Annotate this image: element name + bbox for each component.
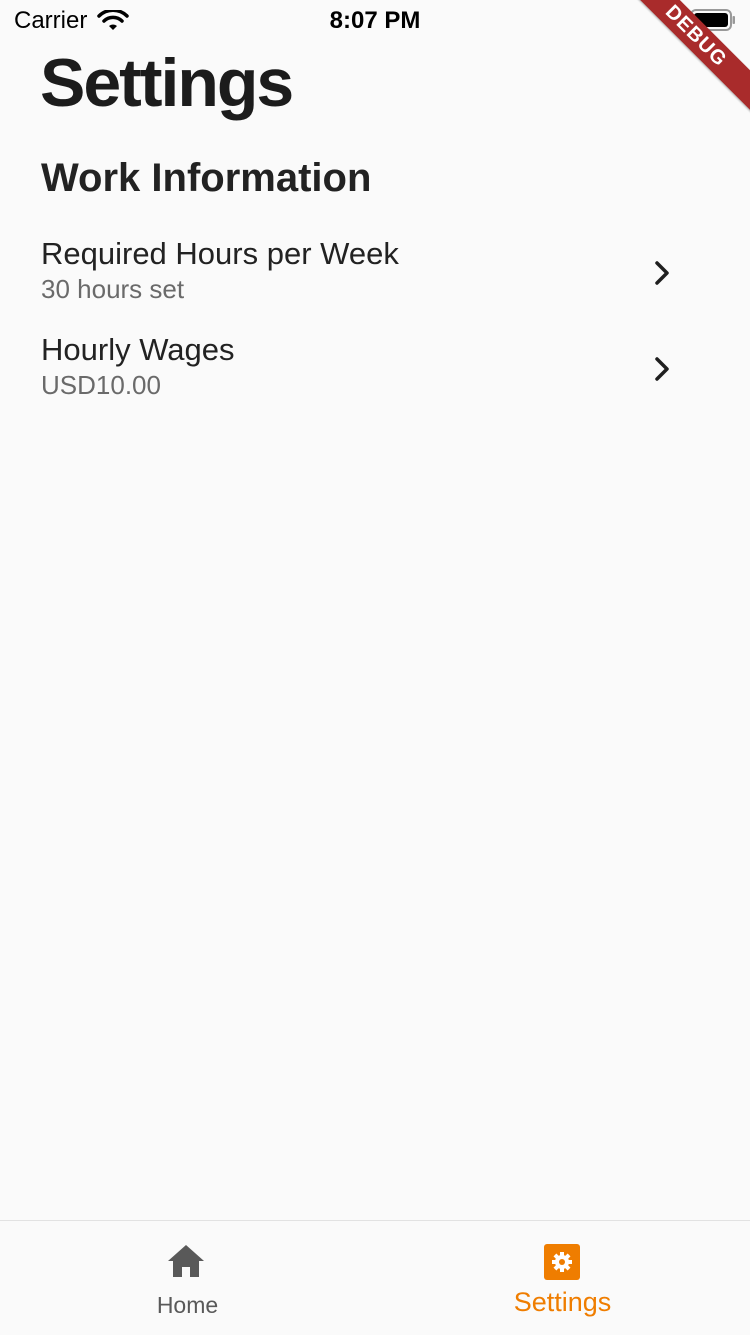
status-bar: Carrier 8:07 PM [0,0,750,40]
tab-label-settings: Settings [513,1287,612,1317]
list-item-title: Required Hours per Week [41,236,399,271]
section-title-work-information: Work Information [41,156,372,200]
tab-settings[interactable]: Settings [375,1221,750,1335]
home-icon [166,1243,206,1279]
list-item-required-hours[interactable]: Required Hours per Week 30 hours set [0,232,750,328]
list-item-hourly-wages[interactable]: Hourly Wages USD10.00 [0,328,750,424]
list-item-title: Hourly Wages [41,332,235,367]
list-item-subtitle: 30 hours set [41,274,185,304]
tab-bar: Home Settings [0,1220,750,1335]
gear-icon [544,1244,580,1280]
tab-label-home: Home [156,1292,219,1318]
status-time: 8:07 PM [329,7,421,34]
page-title: Settings [40,45,294,121]
chevron-right-icon [652,354,672,384]
settings-list: Required Hours per Week 30 hours set Hou… [0,232,750,424]
chevron-right-icon [652,258,672,288]
tab-home[interactable]: Home [0,1221,375,1335]
list-item-subtitle: USD10.00 [41,370,161,400]
